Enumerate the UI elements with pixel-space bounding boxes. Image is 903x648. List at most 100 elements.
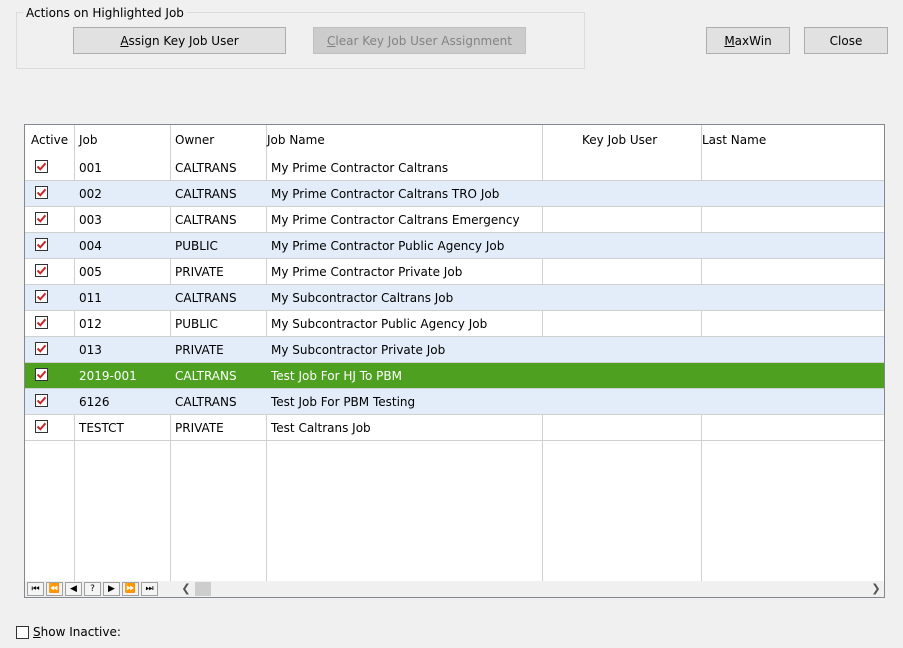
actions-groupbox-title: Actions on Highlighted Job xyxy=(23,6,187,20)
nav-help-icon[interactable]: ? xyxy=(84,582,101,596)
cell-job: 6126 xyxy=(79,395,110,409)
checkmark-icon xyxy=(36,162,47,171)
assign-hotkey: A xyxy=(120,33,129,48)
column-header-owner[interactable]: Owner xyxy=(175,133,214,147)
record-navigator: ⏮ ⏪ ◀? ▶ ⏩ ⏭ ❮ ❯ xyxy=(25,581,884,597)
active-checkbox[interactable] xyxy=(35,342,48,355)
cell-owner: CALTRANS xyxy=(175,369,237,383)
checkmark-icon xyxy=(36,370,47,379)
nav-prev-record-icon[interactable]: ◀ xyxy=(65,582,82,596)
cell-owner: CALTRANS xyxy=(175,161,237,175)
show-inactive-checkbox[interactable]: Show Inactive: xyxy=(16,625,121,639)
assign-label-rest: ssign Key Job User xyxy=(128,33,239,48)
cell-job-name: Test Caltrans Job xyxy=(271,421,371,435)
active-checkbox[interactable] xyxy=(35,290,48,303)
checkmark-icon xyxy=(36,292,47,301)
cell-job: 002 xyxy=(79,187,102,201)
active-checkbox[interactable] xyxy=(35,316,48,329)
nav-prev-page-icon[interactable]: ⏪ xyxy=(46,582,63,596)
clear-key-job-user-assignment-button[interactable]: Clear Key Job User Assignment xyxy=(313,27,526,54)
cell-owner: PRIVATE xyxy=(175,265,224,279)
column-header-active[interactable]: Active xyxy=(31,133,68,147)
table-row[interactable]: 004 PUBLIC My Prime Contractor Public Agen… xyxy=(25,233,884,259)
cell-owner: PRIVATE xyxy=(175,421,224,435)
nav-first-record-icon[interactable]: ⏮ xyxy=(27,582,44,596)
cell-job-name: Test Job For PBM Testing xyxy=(271,395,416,409)
cell-job-name: My Subcontractor Private Job xyxy=(271,343,446,357)
column-header-job-name[interactable]: Job Name xyxy=(267,133,325,147)
cell-job-name: My Subcontractor Caltrans Job xyxy=(271,291,454,305)
checkmark-icon xyxy=(36,214,47,223)
checkmark-icon xyxy=(36,240,47,249)
table-row[interactable]: 2019-001 CALTRANS Test Job For HJ To PBM xyxy=(25,363,884,389)
maxwin-label-rest: axWin xyxy=(734,33,772,48)
cell-job-name: My Prime Contractor Public Agency Job xyxy=(271,239,505,253)
cell-owner: CALTRANS xyxy=(175,187,237,201)
cell-owner: CALTRANS xyxy=(175,395,237,409)
active-checkbox[interactable] xyxy=(35,238,48,251)
show-inactive-label-rest: how Inactive: xyxy=(40,625,121,639)
active-checkbox[interactable] xyxy=(35,186,48,199)
column-header-key-job-user[interactable]: Key Job User xyxy=(582,133,657,147)
scroll-right-arrow-icon[interactable]: ❯ xyxy=(868,581,884,597)
table-row[interactable]: TESTCT PRIVATE Test Caltrans Job xyxy=(25,415,884,441)
table-row[interactable]: 013 PRIVATE My Subcontractor Private Job xyxy=(25,337,884,363)
nav-next-record-icon[interactable]: ▶ xyxy=(103,582,120,596)
cell-job-name: My Prime Contractor Caltrans Emergency xyxy=(271,213,520,227)
active-checkbox[interactable] xyxy=(35,212,48,225)
cell-job: 012 xyxy=(79,317,102,331)
table-row[interactable]: 002 CALTRANS My Prime Contractor Caltrans … xyxy=(25,181,884,207)
active-checkbox[interactable] xyxy=(35,420,48,433)
cell-owner: PUBLIC xyxy=(175,239,218,253)
checkmark-icon xyxy=(36,266,47,275)
checkmark-icon xyxy=(36,318,47,327)
cell-job: 003 xyxy=(79,213,102,227)
cell-job: 011 xyxy=(79,291,102,305)
cell-owner: PRIVATE xyxy=(175,343,224,357)
table-row[interactable]: 003 CALTRANS My Prime Contractor Caltrans … xyxy=(25,207,884,233)
table-row[interactable]: 012 PUBLIC My Subcontractor Public Agency … xyxy=(25,311,884,337)
grid-header: Active Job Owner Job Name Key Job User L… xyxy=(25,125,884,155)
table-row[interactable]: 011 CALTRANS My Subcontractor Caltrans Job xyxy=(25,285,884,311)
show-inactive-hotkey: S xyxy=(33,625,41,639)
clear-label-rest: lear Key Job User Assignment xyxy=(335,33,512,48)
active-checkbox[interactable] xyxy=(35,368,48,381)
maxwin-hotkey: M xyxy=(724,33,735,48)
cell-job-name: My Prime Contractor Caltrans xyxy=(271,161,449,175)
maxwin-button[interactable]: MaxWin xyxy=(706,27,790,54)
clear-hotkey: C xyxy=(327,33,336,48)
cell-owner: CALTRANS xyxy=(175,213,237,227)
nav-next-page-icon[interactable]: ⏩ xyxy=(122,582,139,596)
cell-job-name: My Subcontractor Public Agency Job xyxy=(271,317,488,331)
table-row[interactable]: 6126 CALTRANS Test Job For PBM Testing xyxy=(25,389,884,415)
cell-job: 001 xyxy=(79,161,102,175)
table-row[interactable]: 005 PRIVATE My Prime Contractor Private Jo… xyxy=(25,259,884,285)
cell-job: 004 xyxy=(79,239,102,253)
cell-job-name: My Prime Contractor Private Job xyxy=(271,265,463,279)
checkmark-icon xyxy=(36,344,47,353)
cell-job: 2019-001 xyxy=(79,369,137,383)
nav-last-record-icon[interactable]: ⏭ xyxy=(141,582,158,596)
checkmark-icon xyxy=(36,188,47,197)
checkmark-icon xyxy=(36,396,47,405)
cell-job: TESTCT xyxy=(79,421,124,435)
cell-job-name: Test Job For HJ To PBM xyxy=(271,369,402,383)
table-row[interactable]: 001 CALTRANS My Prime Contractor Caltrans xyxy=(25,155,884,181)
assign-key-job-user-button[interactable]: Assign Key Job User xyxy=(73,27,286,54)
column-header-last-name[interactable]: Last Name xyxy=(702,133,766,147)
cell-owner: PUBLIC xyxy=(175,317,218,331)
column-header-job[interactable]: Job xyxy=(79,133,98,147)
horizontal-scrollbar-thumb[interactable] xyxy=(195,582,211,596)
checkbox-box[interactable] xyxy=(16,625,29,639)
jobs-grid[interactable]: Active Job Owner Job Name Key Job User L… xyxy=(24,124,885,598)
checkmark-icon xyxy=(36,422,47,431)
active-checkbox[interactable] xyxy=(35,160,48,173)
cell-job: 013 xyxy=(79,343,102,357)
cell-owner: CALTRANS xyxy=(175,291,237,305)
cell-job-name: My Prime Contractor Caltrans TRO Job xyxy=(271,187,500,201)
scroll-left-arrow-icon[interactable]: ❮ xyxy=(178,581,194,597)
close-button[interactable]: Close xyxy=(804,27,888,54)
cell-job: 005 xyxy=(79,265,102,279)
active-checkbox[interactable] xyxy=(35,394,48,407)
active-checkbox[interactable] xyxy=(35,264,48,277)
